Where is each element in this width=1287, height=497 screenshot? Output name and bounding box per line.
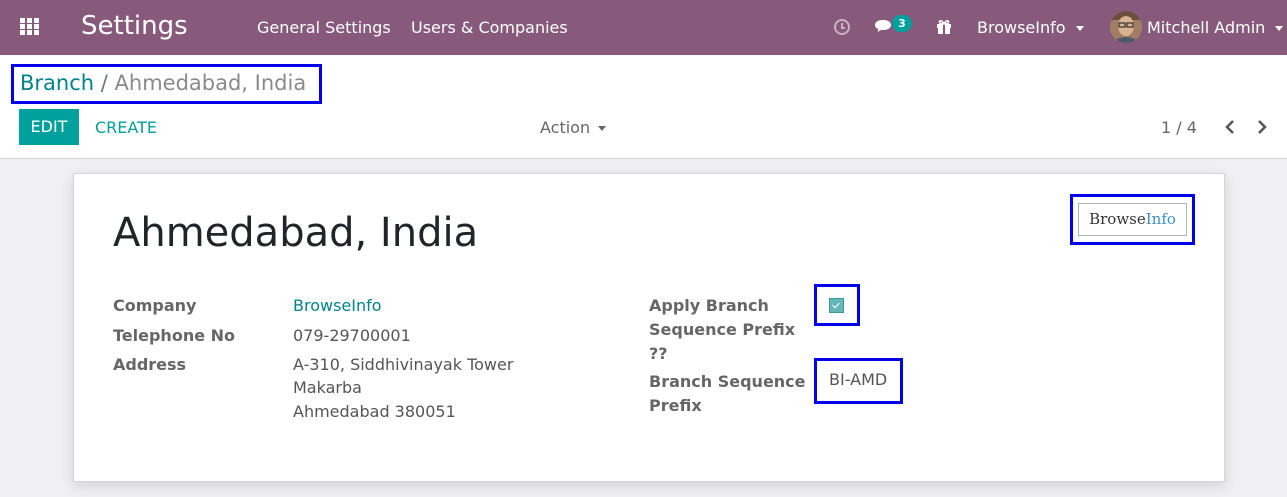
menu-general-settings[interactable]: General Settings [257, 18, 391, 37]
user-name-label: Mitchell Admin [1147, 18, 1266, 37]
activity-clock-icon[interactable] [834, 19, 850, 35]
record-title: Ahmedabad, India [113, 210, 479, 256]
edit-button[interactable]: EDIT [19, 109, 79, 145]
branch-logo[interactable]: BrowseInfo [1078, 203, 1187, 236]
breadcrumb-separator: / [100, 71, 108, 95]
action-menu-label: Action [540, 118, 591, 137]
logo-text-main: Browse [1089, 210, 1146, 228]
apply-prefix-highlight [814, 284, 860, 326]
telephone-label: Telephone No [113, 326, 236, 345]
company-switcher[interactable]: BrowseInfo [977, 18, 1084, 37]
prefix-value[interactable]: BI-AMD [829, 370, 887, 389]
company-switcher-label: BrowseInfo [977, 18, 1066, 37]
pager-value[interactable]: 1 / 4 [1161, 118, 1197, 137]
user-name: Mitchell Admin [1147, 18, 1284, 37]
apps-menu-icon[interactable] [20, 18, 40, 36]
breadcrumb: Branch / Ahmedabad, India [11, 64, 322, 104]
breadcrumb-branch-link[interactable]: Branch [20, 71, 94, 95]
address-line: A-310, Siddhivinayak Tower [293, 355, 514, 374]
address-line: Makarba [293, 378, 362, 397]
breadcrumb-current: Ahmedabad, India [114, 71, 307, 95]
action-menu[interactable]: Action [540, 118, 607, 137]
apply-prefix-label-line: Apply Branch [649, 296, 769, 315]
chevron-right-icon[interactable] [1255, 119, 1269, 135]
prefix-label-line: Prefix [649, 396, 702, 415]
apply-prefix-checkbox[interactable] [829, 298, 844, 313]
company-label: Company [113, 296, 197, 315]
chevron-down-icon [1075, 26, 1084, 31]
company-link[interactable]: BrowseInfo [293, 294, 382, 318]
create-button[interactable]: CREATE [95, 118, 157, 137]
prefix-label: Branch Sequence Prefix [649, 370, 806, 418]
form-sheet: Ahmedabad, India BrowseInfo Company Brow… [73, 173, 1225, 482]
chat-count-badge: 3 [892, 15, 912, 32]
logo-text-accent: Info [1145, 210, 1176, 228]
chevron-down-icon [598, 126, 607, 131]
gift-icon[interactable] [936, 19, 952, 35]
prefix-label-line: Branch Sequence [649, 372, 806, 391]
apply-prefix-label: Apply Branch Sequence Prefix ?? [649, 294, 795, 366]
address-line: Ahmedabad 380051 [293, 402, 456, 421]
control-panel: Branch / Ahmedabad, India EDIT CREATE Ac… [0, 55, 1287, 159]
address-label: Address [113, 355, 187, 374]
apply-prefix-label-line: Sequence Prefix [649, 320, 796, 339]
avatar [1110, 11, 1142, 43]
top-navbar: Settings General Settings Users & Compan… [0, 0, 1287, 55]
telephone-value: 079-29700001 [293, 326, 411, 345]
chat-icon[interactable] [874, 19, 892, 33]
app-title[interactable]: Settings [81, 11, 188, 41]
prefix-highlight: BI-AMD [814, 358, 903, 404]
menu-users-companies[interactable]: Users & Companies [411, 18, 568, 37]
apply-prefix-label-line: ?? [649, 344, 668, 363]
chevron-left-icon[interactable] [1223, 119, 1237, 135]
chevron-down-icon [1275, 26, 1284, 31]
logo-highlight: BrowseInfo [1070, 194, 1195, 245]
